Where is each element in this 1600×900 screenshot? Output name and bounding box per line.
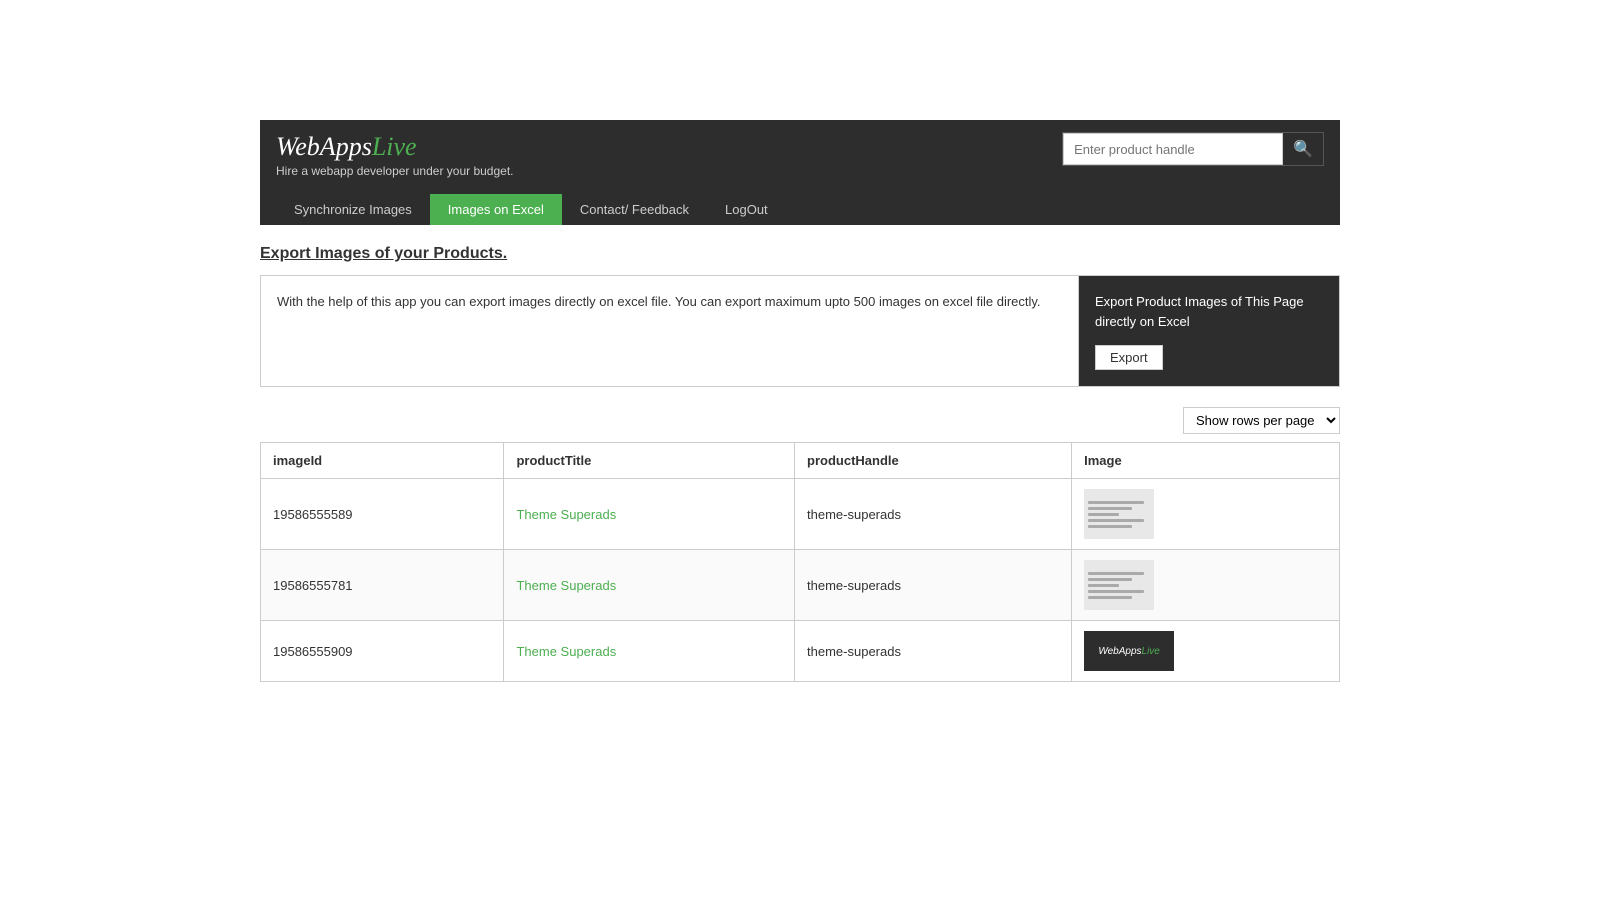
nav-tab-contact[interactable]: Contact/ Feedback — [562, 194, 707, 225]
search-area: 🔍 — [1062, 132, 1324, 166]
brand-tagline: Hire a webapp developer under your budge… — [276, 164, 514, 178]
table-row: 19586555909 Theme Superads theme-superad… — [261, 621, 1340, 682]
info-text: With the help of this app you can export… — [277, 292, 1062, 312]
image-thumbnail — [1084, 489, 1154, 539]
cell-image — [1072, 479, 1340, 550]
main-content: Export Images of your Products. With the… — [260, 225, 1340, 702]
info-panel-left: With the help of this app you can export… — [261, 276, 1079, 386]
cell-producthandle: theme-superads — [795, 479, 1072, 550]
export-button[interactable]: Export — [1095, 345, 1163, 370]
table-header-row: imageId productTitle productHandle Image — [261, 443, 1340, 479]
cell-producthandle: theme-superads — [795, 550, 1072, 621]
brand-logo: WebAppsLive — [276, 132, 514, 162]
table-body: 19586555589 Theme Superads theme-superad… — [261, 479, 1340, 682]
info-panel: With the help of this app you can export… — [260, 275, 1340, 387]
cell-producttitle: Theme Superads — [504, 479, 795, 550]
col-producthandle: productHandle — [795, 443, 1072, 479]
brand-area: WebAppsLive Hire a webapp developer unde… — [276, 132, 514, 178]
nav-tab-images-on-excel[interactable]: Images on Excel — [430, 194, 562, 225]
table-row: 19586555781 Theme Superads theme-superad… — [261, 550, 1340, 621]
img-line — [1088, 584, 1119, 587]
image-thumbnail — [1084, 560, 1154, 610]
navbar-top: WebAppsLive Hire a webapp developer unde… — [276, 132, 1324, 188]
panel-right-text: Export Product Images of This Page direc… — [1095, 292, 1323, 331]
img-line — [1088, 572, 1144, 575]
cell-imageid: 19586555909 — [261, 621, 504, 682]
cell-producttitle: Theme Superads — [504, 621, 795, 682]
search-button[interactable]: 🔍 — [1283, 133, 1323, 165]
nav-tab-synchronize[interactable]: Synchronize Images — [276, 194, 430, 225]
navbar: WebAppsLive Hire a webapp developer unde… — [260, 120, 1340, 225]
img-line — [1088, 519, 1144, 522]
cell-image — [1072, 550, 1340, 621]
search-input[interactable] — [1063, 133, 1283, 165]
img-line — [1088, 513, 1119, 516]
nav-tabs: Synchronize Images Images on Excel Conta… — [276, 194, 1324, 225]
cell-producthandle: theme-superads — [795, 621, 1072, 682]
page-title: Export Images of your Products. — [260, 245, 1340, 263]
table-header: imageId productTitle productHandle Image — [261, 443, 1340, 479]
col-imageid: imageId — [261, 443, 504, 479]
img-line — [1088, 507, 1131, 510]
cell-producttitle: Theme Superads — [504, 550, 795, 621]
col-producttitle: productTitle — [504, 443, 795, 479]
table-row: 19586555589 Theme Superads theme-superad… — [261, 479, 1340, 550]
search-box-wrapper: 🔍 — [1062, 132, 1324, 166]
nav-tab-logout[interactable]: LogOut — [707, 194, 786, 225]
col-image: Image — [1072, 443, 1340, 479]
cell-imageid: 19586555589 — [261, 479, 504, 550]
data-table: imageId productTitle productHandle Image… — [260, 442, 1340, 682]
cell-imageid: 19586555781 — [261, 550, 504, 621]
rows-per-page-bar: Show rows per page 10 25 50 100 — [260, 407, 1340, 434]
info-panel-right: Export Product Images of This Page direc… — [1079, 276, 1339, 386]
image-thumbnail-dark: WebAppsLive — [1084, 631, 1174, 671]
brand-name-part1: WebApps — [276, 132, 372, 161]
brand-name-part2: Live — [372, 132, 417, 161]
img-dark-text: WebAppsLive — [1098, 646, 1160, 657]
img-line — [1088, 596, 1131, 599]
img-line — [1088, 525, 1131, 528]
cell-image: WebAppsLive — [1072, 621, 1340, 682]
img-line — [1088, 578, 1131, 581]
img-line — [1088, 590, 1144, 593]
img-line — [1088, 501, 1144, 504]
rows-per-page-select[interactable]: Show rows per page 10 25 50 100 — [1183, 407, 1340, 434]
